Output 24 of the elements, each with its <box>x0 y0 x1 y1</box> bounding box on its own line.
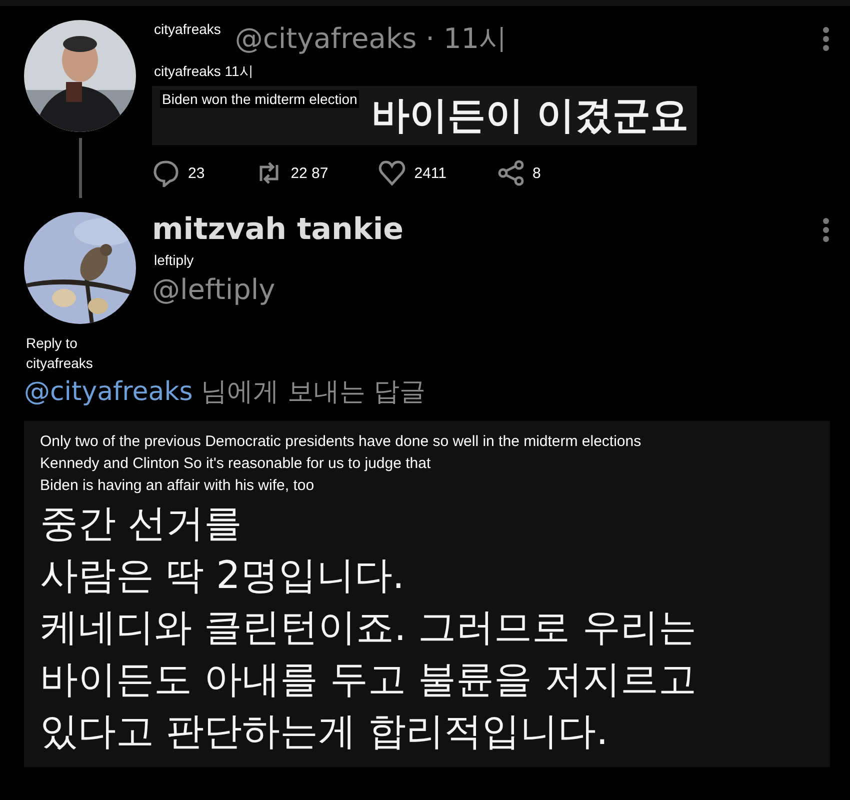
reply-text-line: 바이든도 아내를 두고 불륜을 저지르고 <box>40 656 698 703</box>
action-count: 22 87 <box>290 164 328 182</box>
more-icon[interactable] <box>822 216 830 242</box>
reply-text-line: 사람은 딱 2명입니다. <box>40 552 406 599</box>
action-count: 2411 <box>414 164 446 182</box>
reply-text-line: 있다고 판단하는게 합리적입니다. <box>40 708 610 755</box>
handle-time: @cityafreaks · 11시 <box>234 21 508 57</box>
share-icon[interactable] <box>496 159 524 187</box>
heart-icon[interactable] <box>378 159 406 187</box>
action-count: 8 <box>532 164 541 182</box>
reply-text-line: 중간 선거를 <box>40 500 244 547</box>
reply-icon[interactable] <box>152 159 180 187</box>
action-count: 23 <box>188 164 205 182</box>
mention-link[interactable]: @cityafreaks <box>24 377 193 407</box>
replying-to-suffix: 님에게 보내는 답글 <box>200 377 426 407</box>
translation-line: Biden is having an affair with his wife, too <box>40 476 316 496</box>
reply-text-line: 케네디와 클린턴이죠. 그러므로 우리는 <box>40 604 698 651</box>
translation-line: Only two of the previous Democratic presidents have done so well in the midterm elections <box>40 432 642 452</box>
user-handle: @leftiply <box>152 273 276 306</box>
translation-line: Kennedy and Clinton So it's reasonable for us to judge that <box>40 454 432 474</box>
more-icon[interactable] <box>822 26 830 52</box>
tweet-text-label: Biden won the midterm election <box>160 90 360 108</box>
user-name: mitzvah tankie <box>152 212 404 247</box>
tweet-text: 바이든이 이겼군요 <box>371 92 689 139</box>
